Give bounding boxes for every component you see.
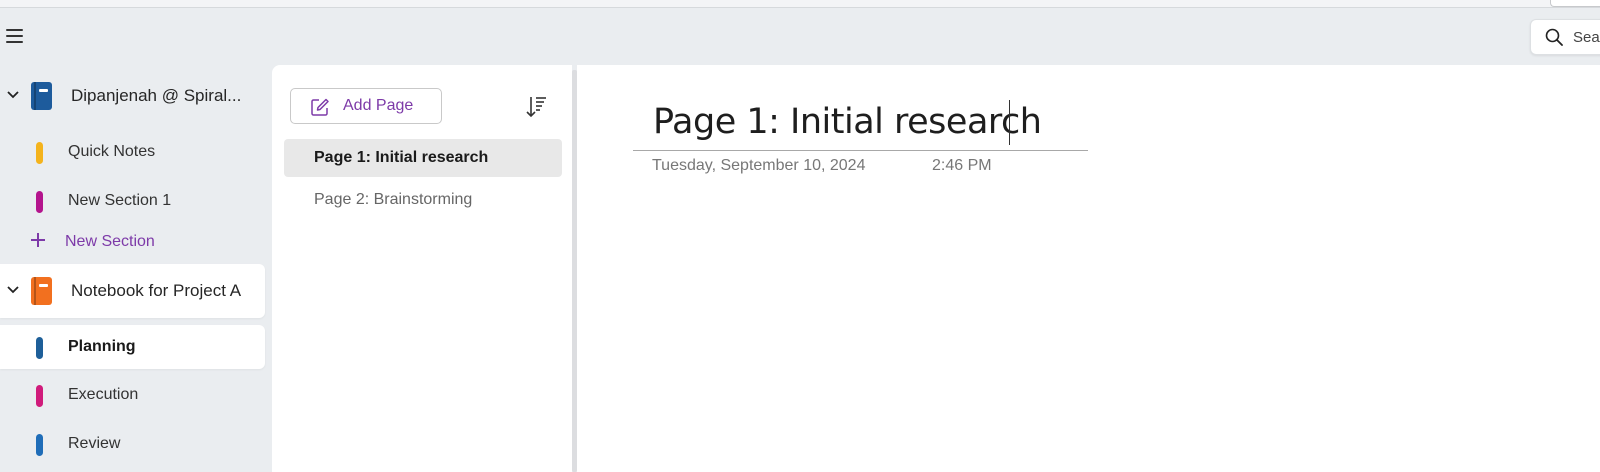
notebook-icon <box>31 277 52 305</box>
section-label: Review <box>68 435 121 452</box>
notebook-icon <box>31 82 52 110</box>
new-section-button[interactable]: New Section <box>0 226 265 258</box>
page-title[interactable]: Page 1: Initial research <box>653 102 1042 142</box>
page-time: 2:46 PM <box>932 157 992 174</box>
add-page-label: Add Page <box>343 97 414 114</box>
notebook-project-a[interactable]: Notebook for Project A <box>0 264 265 318</box>
window-control-edge <box>1550 0 1600 7</box>
section-label: Planning <box>68 338 136 355</box>
search-placeholder: Sea <box>1573 28 1600 46</box>
sort-pages-icon[interactable] <box>524 94 550 120</box>
navigation-menu-icon[interactable] <box>2 27 26 47</box>
page-list-pane <box>272 65 572 472</box>
page-item-label: Page 2: Brainstorming <box>314 191 473 208</box>
chevron-down-icon[interactable] <box>7 90 19 100</box>
page-item-brainstorming[interactable]: Page 2: Brainstorming <box>284 181 562 219</box>
title-underline <box>633 150 1088 151</box>
add-page-icon <box>311 98 329 116</box>
chevron-down-icon[interactable] <box>7 285 19 295</box>
title-bar-strip <box>0 0 1600 8</box>
add-page-button[interactable]: Add Page <box>290 88 442 124</box>
onenote-window: Sea Dipanjenah @ Spiral... Quick Notes N… <box>0 0 1600 472</box>
section-color-tab <box>36 385 43 407</box>
section-label: Quick Notes <box>68 143 156 160</box>
plus-icon <box>31 233 45 247</box>
notebook-name: Notebook for Project A <box>71 281 242 300</box>
section-label: New Section 1 <box>68 192 172 209</box>
text-cursor <box>1009 100 1010 145</box>
section-label: Execution <box>68 386 139 403</box>
section-new-section-1[interactable]: New Section 1 <box>0 179 265 223</box>
section-review[interactable]: Review <box>0 422 265 466</box>
section-execution[interactable]: Execution <box>0 373 265 417</box>
new-section-label: New Section <box>65 233 155 250</box>
search-input[interactable]: Sea <box>1530 19 1600 55</box>
section-color-tab <box>36 434 43 456</box>
search-icon <box>1545 28 1563 46</box>
section-planning[interactable]: Planning <box>0 325 265 369</box>
section-color-tab <box>36 191 43 213</box>
section-quick-notes[interactable]: Quick Notes <box>0 130 265 174</box>
section-color-tab <box>36 142 43 164</box>
page-item-label: Page 1: Initial research <box>314 149 489 166</box>
page-item-initial-research[interactable]: Page 1: Initial research <box>284 139 562 177</box>
notebook-name: Dipanjenah @ Spiral... <box>71 86 242 105</box>
section-color-tab <box>36 337 43 359</box>
page-date: Tuesday, September 10, 2024 <box>652 157 866 174</box>
notebook-dipanjenah[interactable]: Dipanjenah @ Spiral... <box>0 69 265 123</box>
